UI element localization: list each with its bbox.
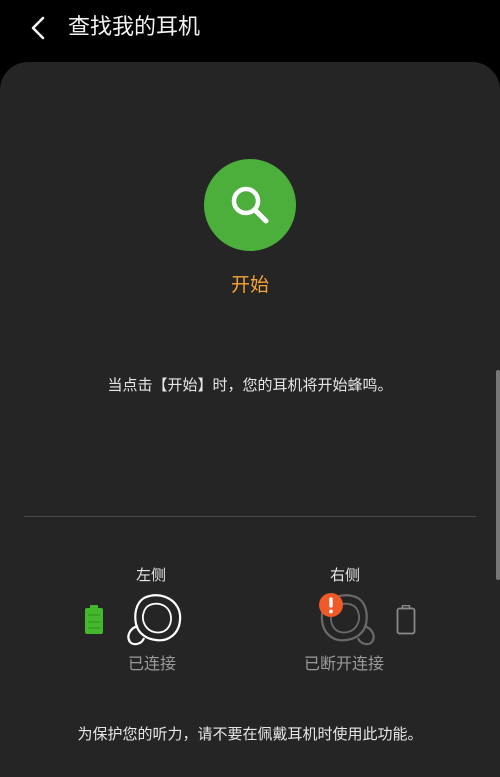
start-label[interactable]: 开始 xyxy=(0,272,500,298)
search-icon xyxy=(231,186,269,224)
app-bar: 查找我的耳机 xyxy=(0,0,500,58)
left-earbud-label: 左侧 xyxy=(136,566,167,584)
warning-icon xyxy=(318,592,344,622)
right-earbud-status: 已断开连接 xyxy=(304,654,385,673)
start-button[interactable] xyxy=(204,159,296,251)
chevron-left-icon xyxy=(31,16,45,40)
find-my-earbuds-screen: 查找我的耳机 开始 当点击【开始】时，您的耳机将开始蜂鸣。 左侧 已连接 右侧 xyxy=(0,0,500,777)
right-earbud-label: 右侧 xyxy=(330,566,361,584)
left-earbud-status: 已连接 xyxy=(128,654,177,673)
page-title: 查找我的耳机 xyxy=(68,15,201,40)
battery-empty-icon xyxy=(396,604,416,639)
battery-full-icon xyxy=(84,605,104,639)
divider xyxy=(24,516,476,517)
left-earbud-icon xyxy=(124,590,184,654)
hearing-warning-text: 为保护您的听力，请不要在佩戴耳机时使用此功能。 xyxy=(77,725,423,743)
scrollbar[interactable] xyxy=(496,370,500,580)
start-hint-text: 当点击【开始】时，您的耳机将开始蜂鸣。 xyxy=(107,376,393,394)
back-button[interactable] xyxy=(22,12,54,44)
